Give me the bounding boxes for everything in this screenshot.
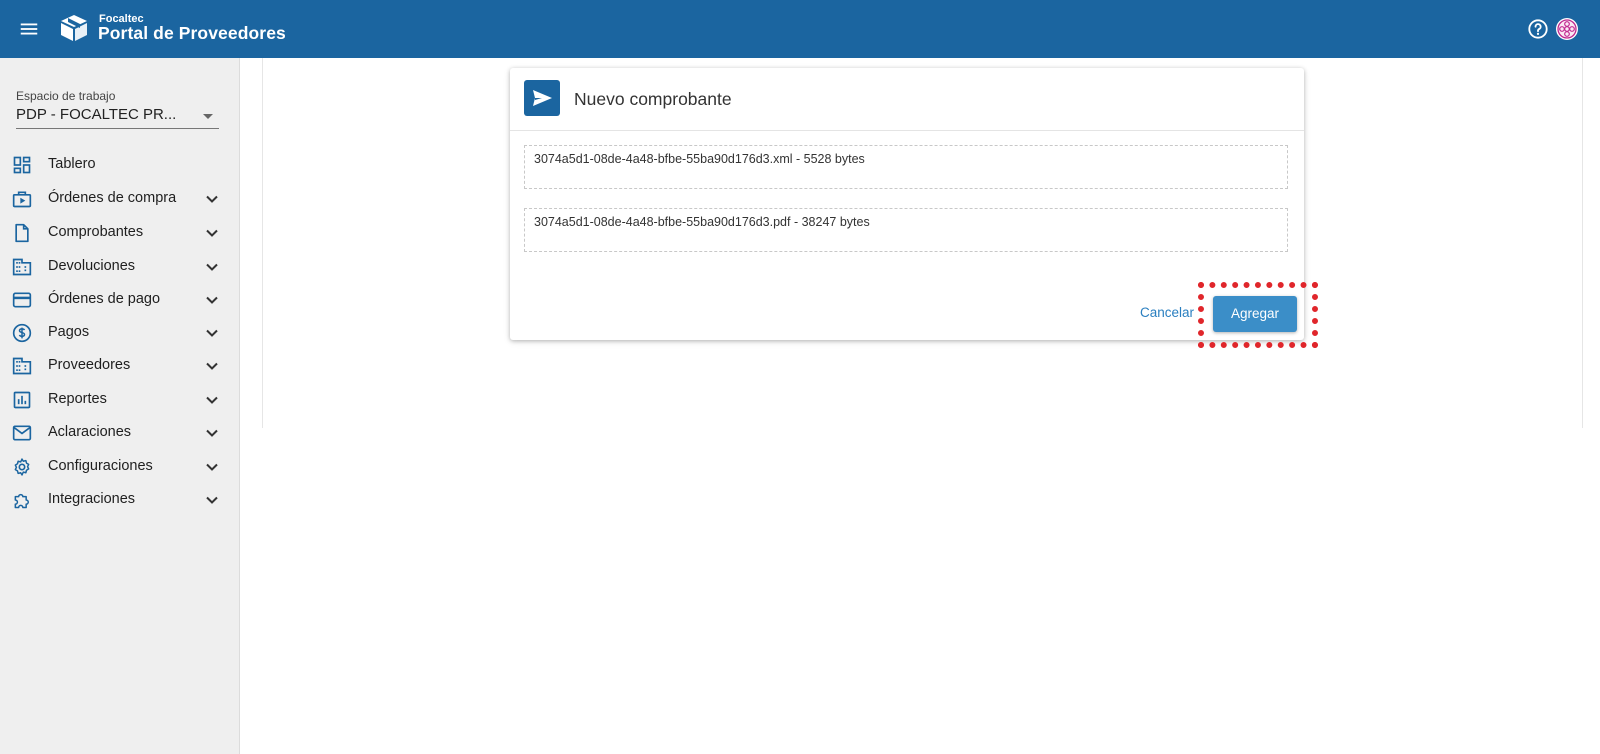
sidebar: Espacio de trabajo PDP - FOCALTEC PR... … <box>0 58 240 754</box>
chevron-down-icon <box>206 496 218 504</box>
chevron-down-icon <box>206 429 218 437</box>
file-item-text: 3074a5d1-08de-4a48-bfbe-55ba90d176d3.xml… <box>534 152 865 166</box>
add-button[interactable]: Agregar <box>1213 296 1297 332</box>
sidebar-item-ordenes-de-pago[interactable]: Órdenes de pago <box>0 283 239 317</box>
sidebar-item-label: Configuraciones <box>48 458 153 474</box>
sidebar-item-tablero[interactable]: Tablero <box>0 148 239 182</box>
sidebar-item-label: Órdenes de pago <box>48 291 161 307</box>
chevron-down-icon <box>206 396 218 404</box>
sidebar-item-reportes[interactable]: Reportes <box>0 383 239 417</box>
gear-icon <box>14 458 30 476</box>
sidebar-item-label: Devoluciones <box>48 258 136 274</box>
chevron-down-icon <box>206 362 218 370</box>
dialog-header: Nuevo comprobante <box>510 68 1304 131</box>
chevron-down-icon <box>206 229 218 237</box>
chevron-down-icon <box>206 296 218 304</box>
hamburger-menu-icon[interactable] <box>18 18 40 40</box>
bar-chart-icon <box>13 391 31 409</box>
dollar-circle-icon <box>12 323 32 343</box>
help-circle-icon[interactable] <box>1527 18 1549 40</box>
box-logo-icon <box>61 15 87 41</box>
building-icon <box>12 258 32 276</box>
chevron-down-icon <box>206 463 218 471</box>
sidebar-item-devoluciones[interactable]: Devoluciones <box>0 250 239 284</box>
sidebar-item-label: Integraciones <box>48 491 136 507</box>
sidebar-item-label: Reportes <box>48 391 107 407</box>
chevron-down-icon <box>206 263 218 271</box>
cancel-button[interactable]: Cancelar <box>1140 305 1194 320</box>
sidebar-item-label: Órdenes de compra <box>48 190 177 206</box>
document-icon <box>15 223 29 243</box>
dashboard-icon <box>13 156 31 174</box>
workspace-label: Espacio de trabajo <box>16 89 116 103</box>
top-app-bar: Focaltec Portal de Proveedores <box>0 0 1600 58</box>
file-item: 3074a5d1-08de-4a48-bfbe-55ba90d176d3.pdf… <box>524 208 1288 252</box>
brand-portal-title: Portal de Proveedores <box>98 23 286 43</box>
sidebar-item-configuraciones[interactable]: Configuraciones <box>0 450 239 484</box>
sidebar-item-comprobantes[interactable]: Comprobantes <box>0 216 239 250</box>
purchase-orders-icon <box>12 191 32 208</box>
file-item-text: 3074a5d1-08de-4a48-bfbe-55ba90d176d3.pdf… <box>534 215 870 229</box>
credit-card-icon <box>12 292 32 308</box>
workspace-value: PDP - FOCALTEC PR... <box>16 106 177 123</box>
chevron-down-icon <box>206 329 218 337</box>
workspace-select[interactable]: PDP - FOCALTEC PR... <box>16 104 219 129</box>
puzzle-icon <box>14 493 29 509</box>
building-icon <box>12 357 32 375</box>
sidebar-item-label: Aclaraciones <box>48 424 132 440</box>
user-avatar-icon[interactable] <box>1555 17 1579 41</box>
sidebar-item-label: Comprobantes <box>48 224 144 240</box>
new-receipt-dialog: Nuevo comprobante 3074a5d1-08de-4a48-bfb… <box>510 68 1304 340</box>
file-item: 3074a5d1-08de-4a48-bfbe-55ba90d176d3.xml… <box>524 145 1288 189</box>
sidebar-item-integraciones[interactable]: Integraciones <box>0 483 239 517</box>
sidebar-item-label: Pagos <box>48 324 90 340</box>
mail-icon <box>12 425 32 441</box>
dropdown-caret-icon <box>203 114 213 119</box>
chevron-down-icon <box>206 195 218 203</box>
sidebar-item-aclaraciones[interactable]: Aclaraciones <box>0 416 239 450</box>
send-icon <box>524 80 560 116</box>
sidebar-item-ordenes-de-compra[interactable]: Órdenes de compra <box>0 182 239 216</box>
sidebar-item-label: Tablero <box>48 156 96 172</box>
dialog-title: Nuevo comprobante <box>574 89 732 109</box>
sidebar-item-pagos[interactable]: Pagos <box>0 316 239 350</box>
sidebar-item-label: Proveedores <box>48 357 131 373</box>
sidebar-item-proveedores[interactable]: Proveedores <box>0 349 239 383</box>
